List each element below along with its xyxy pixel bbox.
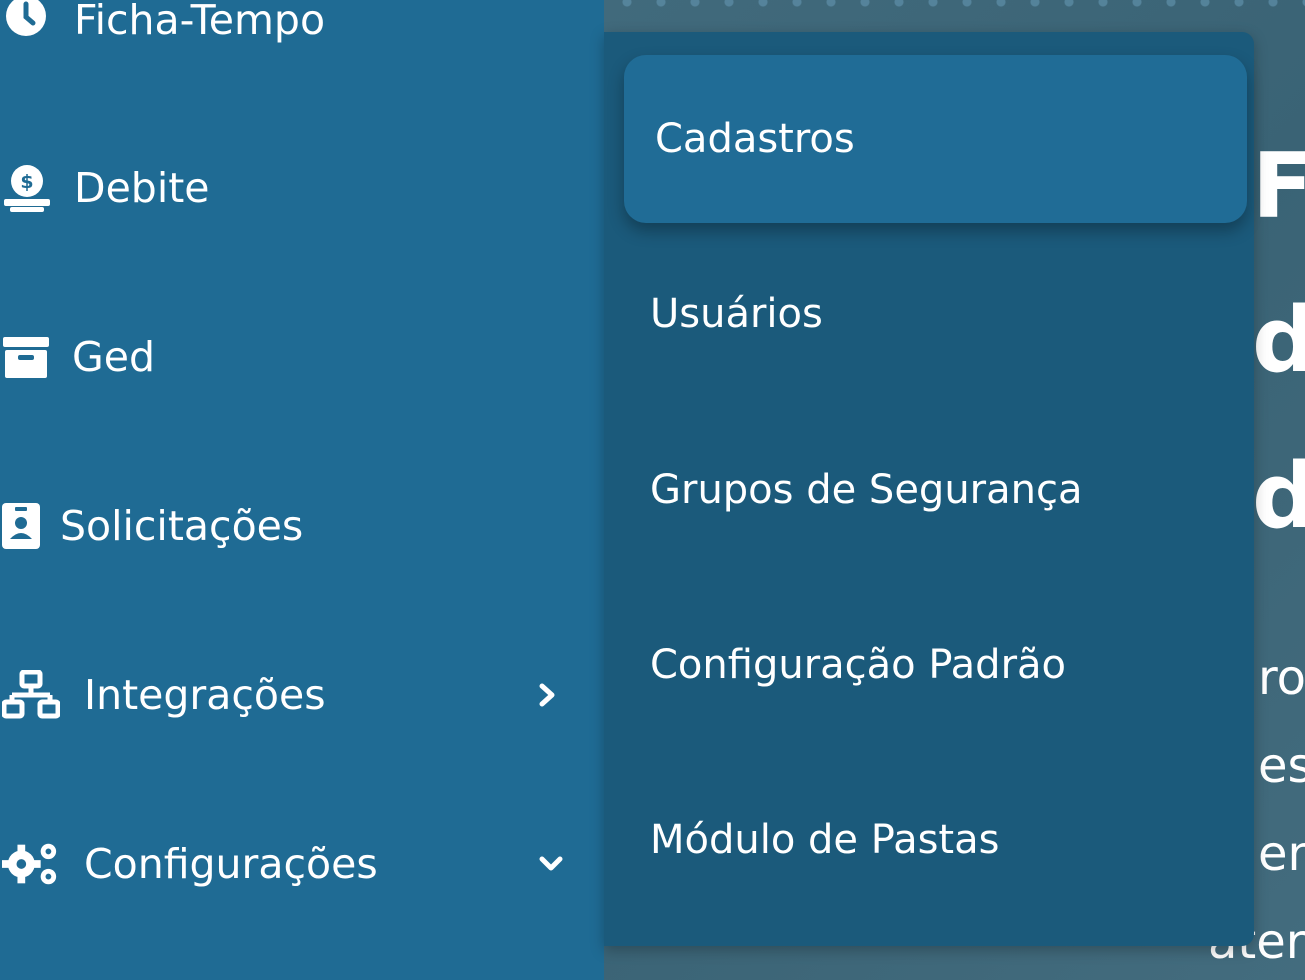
background-heading-line-2: d <box>1252 288 1305 393</box>
network-icon <box>2 670 60 720</box>
svg-text:$: $ <box>20 171 33 193</box>
background-heading-line-1: Fi <box>1252 134 1305 239</box>
chevron-right-icon <box>530 678 564 712</box>
background-text-line-2: es <box>1258 738 1305 794</box>
sidebar-item-debite[interactable]: $ Debite <box>0 148 604 228</box>
sidebar-item-label: Debite <box>74 164 210 212</box>
sidebar-item-label: Ficha-Tempo <box>74 0 326 44</box>
background-text-line-1: ro <box>1258 650 1305 706</box>
sidebar-item-label: Solicitações <box>60 502 304 550</box>
configuracoes-submenu: Cadastros Usuários Grupos de Segurança C… <box>604 32 1254 946</box>
decorative-dots <box>600 0 1305 14</box>
clock-icon <box>2 0 60 45</box>
background-heading-line-3: d <box>1252 444 1305 549</box>
sidebar: Ficha-Tempo $ Debite Ged Solicitações In… <box>0 0 604 980</box>
id-badge-icon <box>2 501 60 551</box>
submenu-item-usuarios[interactable]: Usuários <box>624 230 1247 398</box>
sidebar-item-ficha-tempo[interactable]: Ficha-Tempo <box>0 0 604 60</box>
background-text-line-3: en <box>1258 826 1305 882</box>
cogs-icon <box>2 839 60 889</box>
money-hand-icon: $ <box>2 163 60 213</box>
submenu-item-configuracao-padrao[interactable]: Configuração Padrão <box>624 581 1247 749</box>
submenu-item-modulo-de-pastas[interactable]: Módulo de Pastas <box>624 756 1247 924</box>
sidebar-item-configuracoes[interactable]: Configurações <box>0 824 604 904</box>
sidebar-item-label: Configurações <box>84 840 378 888</box>
sidebar-item-label: Ged <box>72 333 156 381</box>
archive-icon <box>2 332 60 382</box>
sidebar-item-ged[interactable]: Ged <box>0 317 604 397</box>
submenu-item-cadastros[interactable]: Cadastros <box>624 55 1247 223</box>
submenu-item-grupos-de-seguranca[interactable]: Grupos de Segurança <box>624 406 1247 574</box>
sidebar-item-label: Integrações <box>84 671 326 719</box>
sidebar-item-integracoes[interactable]: Integrações <box>0 655 604 735</box>
sidebar-item-solicitacoes[interactable]: Solicitações <box>0 486 604 566</box>
chevron-down-icon <box>534 847 568 881</box>
